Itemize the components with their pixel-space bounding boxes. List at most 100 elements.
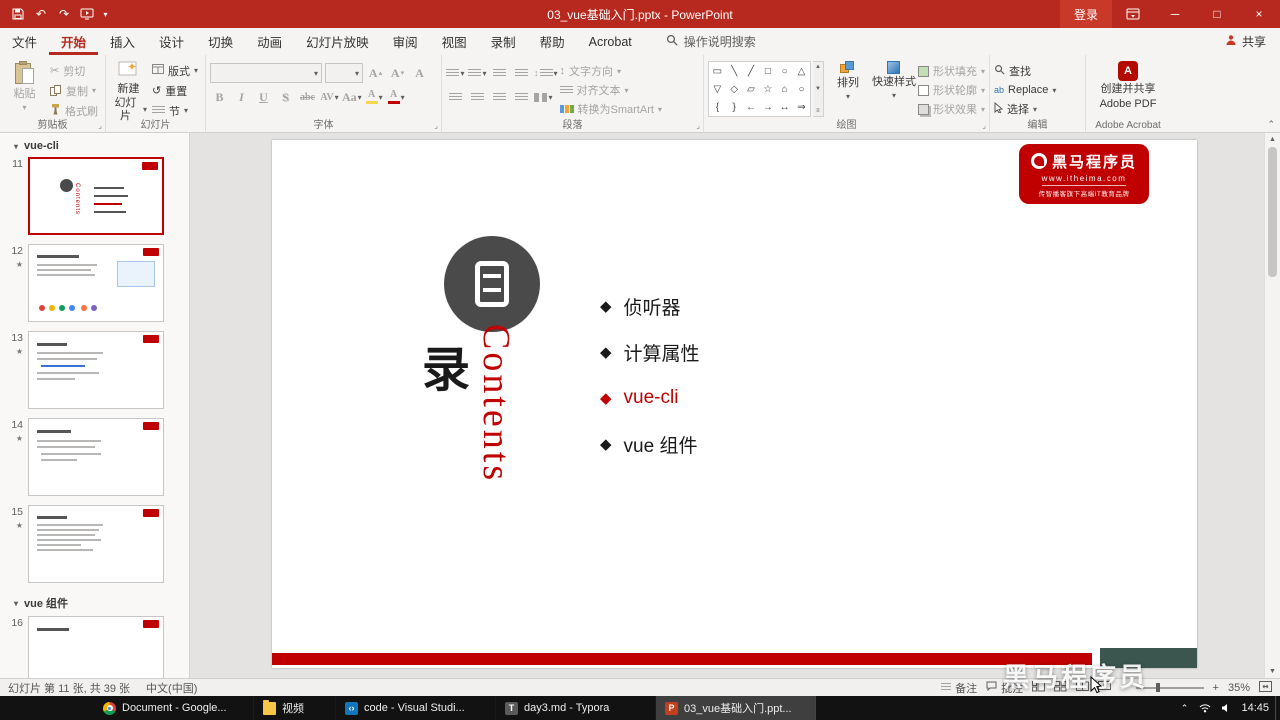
change-case-button[interactable]: Aa ▾ <box>342 87 362 107</box>
tab-view[interactable]: 视图 <box>430 28 479 55</box>
language-indicator[interactable]: 中文(中国) <box>146 680 197 696</box>
taskbar-item-chrome[interactable]: Document - Google... <box>94 696 254 720</box>
hidden-icons-chevron-icon[interactable]: ⌃ <box>1178 703 1190 714</box>
tab-review[interactable]: 审阅 <box>381 28 430 55</box>
slide-11-canvas[interactable]: 黑马程序员 www.itheima.com 传智播客旗下高端IT教育品牌 录 C… <box>272 140 1197 668</box>
line-spacing-button[interactable]: ↕ ▾ <box>534 63 558 83</box>
text-direction-button[interactable]: ↕ 文字方向 ▾ <box>560 62 662 80</box>
italic-button[interactable]: I <box>232 87 251 107</box>
font-dialog-launcher[interactable]: ⌟ <box>434 122 438 130</box>
save-icon[interactable] <box>8 4 28 24</box>
toc-item[interactable]: ◆ 计算属性 <box>600 338 700 366</box>
increase-indent-button[interactable] <box>512 63 531 83</box>
slide-thumbnail-16[interactable] <box>28 616 164 678</box>
taskbar-item-vscode[interactable]: ‹› code - Visual Studi... <box>336 696 496 720</box>
paragraph-dialog-launcher[interactable]: ⌟ <box>696 122 700 130</box>
tab-animations[interactable]: 动画 <box>245 28 294 55</box>
shapes-gallery[interactable]: ▭ ╲ ╱ □ ○ △ ▽ ◇ ▱ ☆ ⌂ ○ {} ← → ↔ ⇒ <box>708 61 811 117</box>
tab-transitions[interactable]: 切换 <box>196 28 245 55</box>
taskbar-item-typora[interactable]: T day3.md - Typora <box>496 696 656 720</box>
drawing-dialog-launcher[interactable]: ⌟ <box>982 122 986 130</box>
tellme-search[interactable]: 操作说明搜索 <box>666 28 756 55</box>
copy-button[interactable]: 复制 ▾ <box>47 81 101 100</box>
slide-thumbnail-11[interactable]: Contents <box>28 157 164 235</box>
collapse-ribbon-icon[interactable]: ⌃ <box>1267 119 1275 130</box>
new-slide-button[interactable]: 新建 幻灯片 ▾ <box>110 58 147 122</box>
show-desktop-strip[interactable] <box>1275 696 1280 720</box>
align-left-button[interactable] <box>446 87 465 107</box>
align-right-button[interactable] <box>490 87 509 107</box>
share-button[interactable]: 共享 <box>1225 28 1266 55</box>
justify-button[interactable] <box>512 87 531 107</box>
character-spacing-button[interactable]: AV ▾ <box>320 87 339 107</box>
clipboard-dialog-launcher[interactable]: ⌟ <box>98 122 102 130</box>
tray-time[interactable]: 14:45 <box>1241 702 1269 714</box>
columns-button[interactable]: ▾ <box>534 87 553 107</box>
signin-button[interactable]: 登录 <box>1059 0 1112 28</box>
tab-home[interactable]: 开始 <box>49 28 98 55</box>
font-size-combo[interactable]: ▾ <box>325 63 363 83</box>
maximize-button[interactable]: □ <box>1196 0 1238 28</box>
tab-acrobat[interactable]: Acrobat <box>577 28 644 55</box>
itheima-logo[interactable]: 黑马程序员 www.itheima.com 传智播客旗下高端IT教育品牌 <box>1019 144 1149 204</box>
scrollbar-thumb[interactable] <box>1268 147 1277 277</box>
slide-thumbnail-14[interactable] <box>28 418 164 496</box>
decrease-indent-button[interactable] <box>490 63 509 83</box>
section-header-vue-cli[interactable]: ▾ vue-cli <box>0 137 189 154</box>
tab-slide-show[interactable]: 幻灯片放映 <box>294 28 381 55</box>
font-name-combo[interactable]: ▾ <box>210 63 322 83</box>
replace-button[interactable]: ab Replace ▾ <box>994 81 1056 99</box>
toc-item[interactable]: ◆ vue 组件 <box>600 430 700 458</box>
bullets-button[interactable]: ▾ <box>446 63 465 83</box>
shapes-gallery-scrollbar[interactable]: ▲ ▼ ≡ <box>812 61 824 117</box>
font-color-button[interactable]: A ▾ <box>387 87 406 107</box>
start-slideshow-icon[interactable] <box>77 4 97 24</box>
reset-button[interactable]: ↺ 重置 <box>149 81 201 100</box>
numbering-button[interactable]: ▾ <box>468 63 487 83</box>
align-text-button[interactable]: 对齐文本 ▾ <box>559 81 662 99</box>
volume-icon[interactable] <box>1220 703 1232 713</box>
tab-file[interactable]: 文件 <box>0 28 49 55</box>
scroll-up-icon[interactable]: ▲ <box>1269 136 1276 143</box>
quick-styles-button[interactable]: 快速样式 ▾ <box>872 58 916 118</box>
paste-button[interactable]: 粘贴 ▾ <box>4 58 45 118</box>
section-header-vue-component[interactable]: ▾ vue 组件 <box>0 592 189 613</box>
vertical-scrollbar[interactable]: ▲ ▼ <box>1264 133 1280 678</box>
arrange-button[interactable]: 排列 ▾ <box>826 58 870 118</box>
notes-button[interactable]: 备注 <box>941 680 977 696</box>
slide-thumbnail-15[interactable] <box>28 505 164 583</box>
network-icon[interactable] <box>1199 703 1211 713</box>
create-pdf-button[interactable]: A 创建并共享 Adobe PDF <box>1090 58 1166 118</box>
clear-formatting-button[interactable]: A <box>410 63 429 83</box>
tab-insert[interactable]: 插入 <box>98 28 147 55</box>
zoom-percentage[interactable]: 35% <box>1228 682 1250 694</box>
align-center-button[interactable] <box>468 87 487 107</box>
qat-customize-icon[interactable]: ▾ <box>100 4 111 24</box>
tab-design[interactable]: 设计 <box>147 28 196 55</box>
underline-button[interactable]: U <box>254 87 273 107</box>
text-highlight-color-button[interactable]: A ▾ <box>365 87 384 107</box>
shrink-font-button[interactable]: A ▾ <box>388 63 407 83</box>
cut-button[interactable]: ✂ 剪切 <box>47 61 101 80</box>
shape-outline-button[interactable]: 形状轮廓 ▾ <box>918 81 985 99</box>
close-button[interactable]: × <box>1238 0 1280 28</box>
tab-record[interactable]: 录制 <box>479 28 528 55</box>
undo-icon[interactable]: ↶ <box>31 4 51 24</box>
fit-to-window-icon[interactable] <box>1259 680 1272 695</box>
toc-lu-character[interactable]: 录 <box>422 330 470 400</box>
toc-item[interactable]: ◆ 侦听器 <box>600 292 700 320</box>
strikethrough-button[interactable]: abc <box>298 87 317 107</box>
find-button[interactable]: 查找 <box>994 62 1056 80</box>
tab-help[interactable]: 帮助 <box>528 28 577 55</box>
contents-vertical-text[interactable]: Contents <box>474 324 518 483</box>
zoom-in-icon[interactable]: + <box>1213 682 1219 694</box>
taskbar-item-video-folder[interactable]: 视频 <box>254 696 336 720</box>
toc-item[interactable]: ◆ vue-cli <box>600 384 700 412</box>
zoom-slider-thumb[interactable] <box>1155 682 1160 692</box>
grow-font-button[interactable]: A ▴ <box>366 63 385 83</box>
shape-fill-button[interactable]: 形状填充 ▾ <box>918 62 985 80</box>
bold-button[interactable]: B <box>210 87 229 107</box>
scroll-down-icon[interactable]: ▼ <box>1269 668 1276 675</box>
text-shadow-button[interactable]: S <box>276 87 295 107</box>
minimize-button[interactable]: ─ <box>1154 0 1196 28</box>
